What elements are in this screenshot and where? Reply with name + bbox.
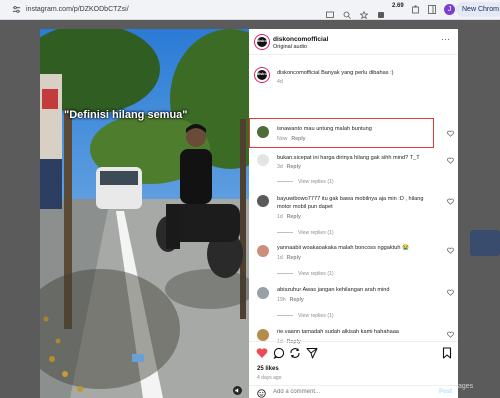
comment-username[interactable]: yannaabii (277, 245, 301, 251)
comment-username[interactable]: bukan.sicepat (277, 155, 312, 161)
comment-3: bayuwibowo7777 itu gak bawa mobilnya aja… (277, 195, 437, 211)
comment-avatar[interactable] (257, 154, 269, 166)
post-actions: 25 likes 4 days ago Post (249, 341, 458, 398)
comment-username[interactable]: abiszuhur (277, 287, 301, 293)
comment-2: bukan.sicepat ini harga dirinya hilang g… (277, 154, 437, 162)
comment-text: tamadah sudah alkisah kami hahahaaa (301, 329, 399, 335)
like-comment-icon[interactable] (447, 289, 454, 296)
comment-age: Now (277, 136, 288, 142)
cast-icon[interactable] (326, 6, 334, 18)
save-bookmark-icon[interactable] (441, 347, 453, 359)
view-replies-button[interactable]: View replies (1) (277, 230, 334, 236)
site-settings-icon[interactable] (12, 5, 21, 14)
background-text: ages (458, 383, 474, 390)
comment-avatar[interactable] (257, 126, 269, 138)
caption: diskoncomofficial Banyak yang perlu diba… (277, 69, 437, 77)
comment-text: Awas jangan kehilangan arah mind (302, 287, 390, 293)
like-comment-icon[interactable] (447, 198, 454, 205)
like-comment-icon[interactable] (447, 130, 454, 137)
reply-button[interactable]: Reply (287, 214, 301, 220)
author-username[interactable]: diskoncomofficial (273, 36, 328, 43)
reply-button[interactable]: Reply (290, 297, 304, 303)
comments-panel: disk:on diskoncomofficial Original audio… (249, 29, 458, 398)
reel-video[interactable]: "Definisi hilang semua" (40, 29, 249, 398)
audio-label[interactable]: Original audio (273, 44, 307, 50)
comment-avatar[interactable] (257, 245, 269, 257)
like-comment-icon[interactable] (447, 157, 454, 164)
comment-text: ini harga dirinya hilang gak sihh mind? … (313, 155, 420, 161)
more-options-icon[interactable]: ··· (441, 36, 451, 44)
browser-toolbar: instagram.com/p/DZKODbCTZsi/ 2.69 J New … (0, 0, 500, 20)
comment-age: 19h (277, 297, 286, 303)
comment-6: rie.vaann tamadah sudah alkisah kami hah… (277, 328, 437, 336)
share-icon[interactable] (306, 347, 318, 359)
background-thumbnail (470, 230, 500, 256)
extension-icon[interactable] (377, 6, 385, 18)
post-comment-button[interactable]: Post (439, 389, 452, 395)
comment-age: 3d (277, 164, 283, 170)
add-comment-input[interactable] (273, 389, 413, 395)
comment-text: woakaoakaka malah boncoss nggaktuh 😭 (302, 245, 409, 251)
post-header: disk:on diskoncomofficial Original audio… (249, 29, 458, 55)
comment-avatar[interactable] (257, 329, 269, 341)
comment-meta: 3d Reply (277, 164, 301, 170)
comment-meta: Now Reply (277, 136, 306, 142)
side-panel-icon[interactable] (428, 5, 436, 14)
comment-username[interactable]: rie.vaann (277, 329, 300, 335)
like-comment-icon[interactable] (447, 247, 454, 254)
comment-meta: 1d Reply (277, 255, 301, 261)
mute-icon[interactable] (233, 386, 242, 395)
new-chrome-button[interactable]: New Chrom (456, 2, 500, 17)
comment-username[interactable]: bayuwibowo7777 (277, 196, 320, 202)
comment-meta: 1d Reply (277, 214, 301, 220)
address-bar[interactable]: instagram.com/p/DZKODbCTZsi/ (26, 4, 129, 16)
comment-5: abiszuhur Awas jangan kehilangan arah mi… (277, 286, 437, 294)
reply-button[interactable]: Reply (287, 255, 301, 261)
caption-age: 4d (277, 79, 283, 85)
add-comment-bar: Post (249, 385, 458, 398)
like-comment-icon[interactable] (447, 331, 454, 338)
comment-avatar[interactable] (257, 287, 269, 299)
comment-age: 1d (277, 255, 283, 261)
highlight-box (249, 118, 434, 148)
post-timestamp: 4 days ago (257, 375, 282, 381)
view-replies-button[interactable]: View replies (1) (277, 271, 334, 277)
comment-icon[interactable] (273, 347, 285, 359)
comment-meta: 19h Reply (277, 297, 304, 303)
reply-button[interactable]: Reply (291, 136, 305, 142)
caption-author-avatar[interactable]: disk:on (254, 67, 270, 83)
comment-age: 1d (277, 214, 283, 220)
view-replies-button[interactable]: View replies (1) (277, 179, 334, 185)
author-avatar[interactable]: disk:on (254, 34, 270, 50)
video-caption: "Definisi hilang semua" (64, 109, 188, 121)
post-modal: "Definisi hilang semua" disk:on diskonco… (40, 29, 458, 398)
heart-icon[interactable] (256, 347, 268, 359)
emoji-icon[interactable] (257, 389, 266, 398)
bookmark-star-icon[interactable] (359, 6, 369, 20)
profile-avatar[interactable]: J (444, 4, 455, 15)
zoom-icon[interactable] (343, 6, 351, 19)
reply-button[interactable]: Reply (287, 164, 301, 170)
download-badge[interactable]: 2.69 (392, 3, 404, 9)
video-frame-scene (40, 29, 249, 398)
view-replies-button[interactable]: View replies (1) (277, 313, 334, 319)
comment-4: yannaabii woakaoakaka malah boncoss ngga… (277, 244, 437, 252)
comment-username[interactable]: isnawanto (277, 126, 302, 132)
caption-username[interactable]: diskoncomofficial (277, 70, 320, 76)
extensions-puzzle-icon[interactable] (412, 5, 420, 14)
likes-count[interactable]: 25 likes (257, 366, 279, 372)
repost-icon[interactable] (289, 347, 301, 359)
comment-1: isnawanto mau untung malah buntung (277, 125, 437, 133)
comment-text: mau untung malah buntung (303, 126, 372, 132)
caption-text: Banyak yang perlu dibahas :) (321, 70, 394, 76)
comment-avatar[interactable] (257, 195, 269, 207)
